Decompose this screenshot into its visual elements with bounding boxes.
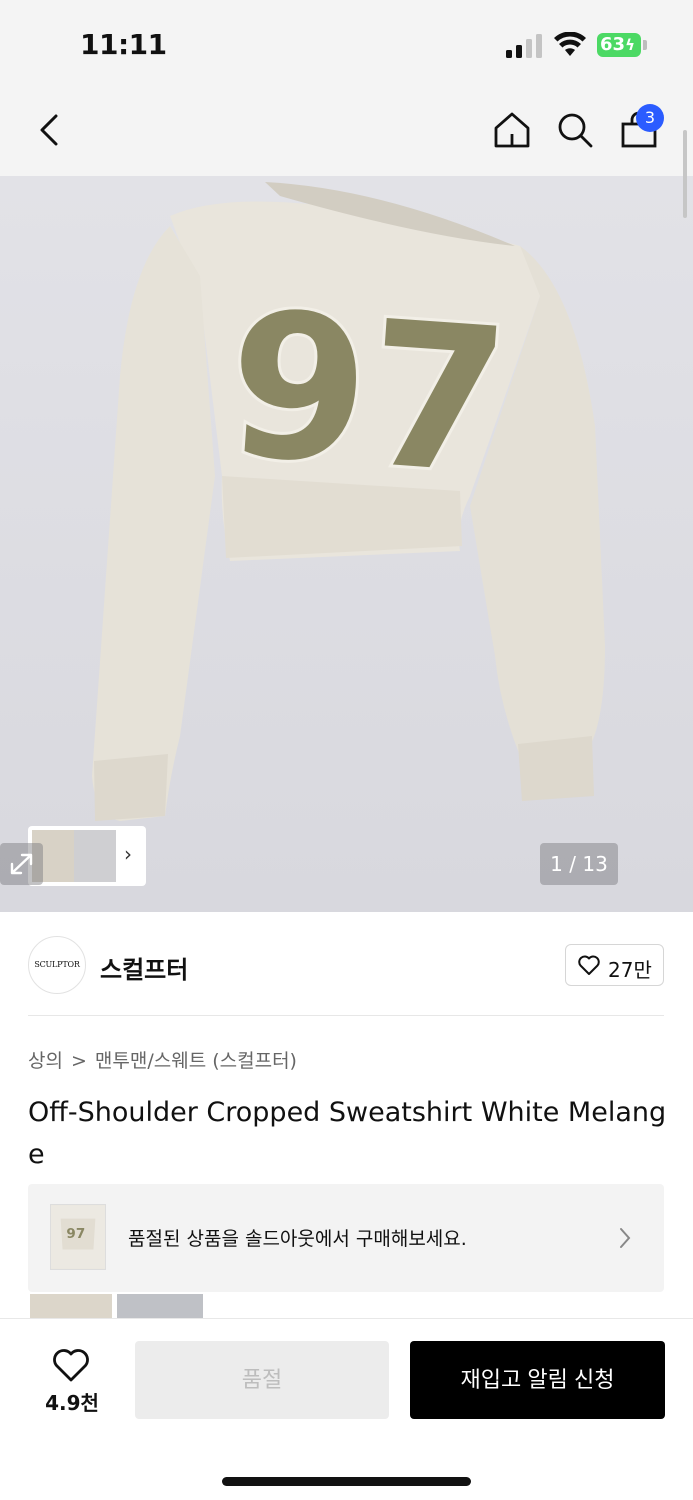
scroll-indicator	[683, 130, 687, 218]
status-bar: 11:11 63ϟ	[0, 0, 693, 90]
cellular-signal-icon	[506, 34, 542, 58]
brand-like-button[interactable]: 27만	[565, 944, 664, 986]
heart-icon	[578, 955, 600, 975]
related-thumbnail[interactable]	[117, 1294, 203, 1318]
banner-graphic-number: 97	[66, 1226, 85, 1242]
home-icon[interactable]	[490, 108, 534, 152]
restock-alert-button[interactable]: 재입고 알림 신청	[410, 1341, 665, 1419]
breadcrumb-category[interactable]: 상의	[28, 1050, 63, 1072]
breadcrumb-subcategory[interactable]: 맨투맨/스웨트 (스컬프터)	[95, 1050, 297, 1072]
brand-name[interactable]: 스컬프터	[100, 950, 188, 985]
bottom-action-bar: 4.9천 품절 재입고 알림 신청	[0, 1318, 693, 1500]
heart-icon[interactable]	[52, 1349, 90, 1383]
breadcrumb: 상의 > 맨투맨/스웨트 (스컬프터)	[28, 1046, 297, 1073]
soldout-banner[interactable]: 97 품절된 상품을 솔드아웃에서 구매해보세요.	[28, 1184, 664, 1292]
image-counter: 1 / 13	[540, 843, 618, 885]
wifi-icon	[554, 32, 586, 56]
battery-nub	[643, 40, 647, 50]
related-thumbnail[interactable]	[30, 1294, 112, 1318]
status-time: 11:11	[80, 28, 167, 61]
chevron-right-icon[interactable]: ›	[124, 842, 132, 866]
expand-icon[interactable]	[0, 843, 43, 885]
breadcrumb-separator: >	[70, 1050, 87, 1072]
wish-count: 4.9천	[45, 1391, 99, 1415]
banner-text: 품절된 상품을 솔드아웃에서 구매해보세요.	[128, 1228, 467, 1250]
product-title: Off-Shoulder Cropped Sweatshirt White Me…	[28, 1097, 667, 1170]
product-photo: 97	[0, 176, 693, 912]
brand-like-count: 27만	[608, 958, 652, 982]
product-image-gallery[interactable]: 97 › 1 / 13	[0, 176, 693, 912]
soldout-button: 품절	[135, 1341, 389, 1419]
nav-bar	[0, 90, 693, 176]
cart-count-badge: 3	[636, 104, 664, 132]
chevron-left-icon[interactable]	[28, 108, 72, 152]
charging-icon: ϟ	[625, 36, 635, 54]
thumbnail-strip[interactable]: ›	[28, 826, 146, 886]
home-indicator	[222, 1477, 471, 1486]
battery-level: 63	[600, 34, 626, 55]
search-icon[interactable]	[553, 108, 597, 152]
divider	[28, 1015, 664, 1016]
brand-logo[interactable]: SCULPTOR	[28, 936, 86, 994]
thumbnail-image[interactable]	[74, 830, 116, 882]
battery-indicator: 63ϟ	[597, 33, 641, 57]
chevron-right-icon	[620, 1228, 631, 1248]
banner-product-thumbnail: 97	[50, 1204, 106, 1270]
graphic-number: 97	[221, 268, 515, 520]
